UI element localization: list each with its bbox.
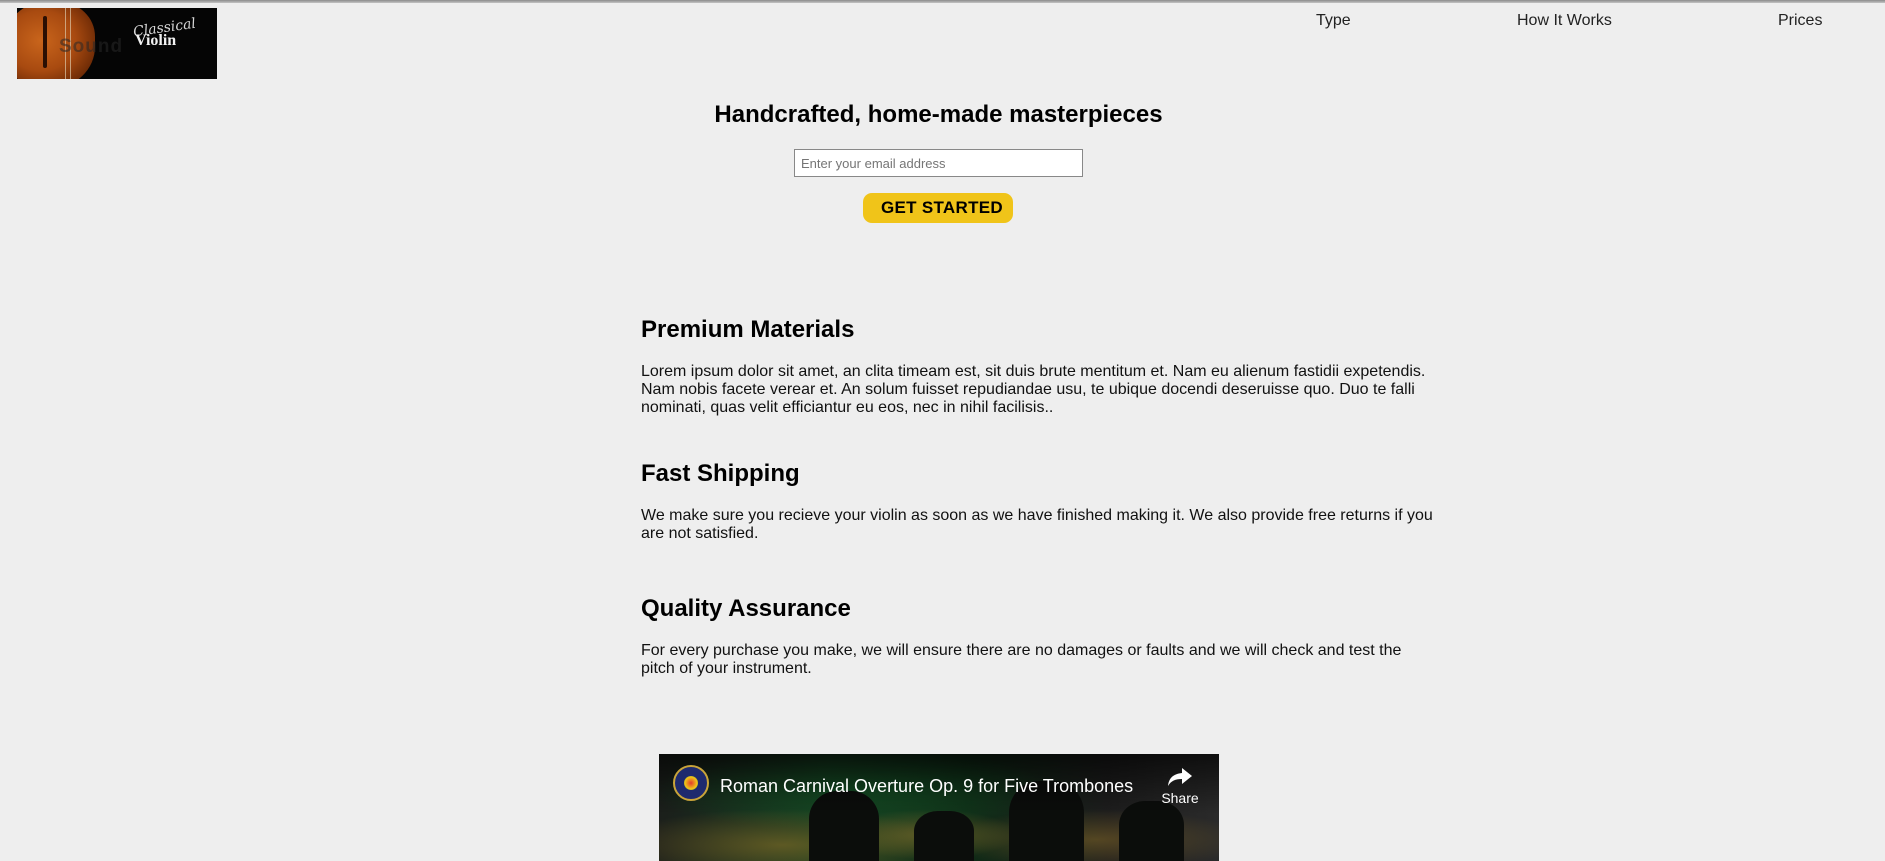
feature-title: Fast Shipping: [641, 460, 800, 487]
nav-link-type[interactable]: Type: [1316, 12, 1351, 30]
feature-premium-materials: Premium Materials Lorem ipsum dolor sit …: [641, 316, 1441, 416]
site-logo[interactable]: Sound Classical Violin: [17, 8, 217, 79]
feature-title: Quality Assurance: [641, 595, 851, 622]
nav-link-how-it-works[interactable]: How It Works: [1517, 12, 1612, 30]
page: Sound Classical Violin Type How It Works…: [0, 0, 1885, 861]
feature-quality-assurance: Quality Assurance For every purchase you…: [641, 595, 1441, 677]
feature-fast-shipping: Fast Shipping We make sure you recieve y…: [641, 460, 1441, 542]
video-title[interactable]: Roman Carnival Overture Op. 9 for Five T…: [720, 776, 1133, 797]
share-label: Share: [1161, 790, 1199, 806]
email-input[interactable]: [794, 149, 1083, 177]
top-edge-shadow: [0, 0, 1885, 3]
feature-text: Lorem ipsum dolor sit amet, an clita tim…: [641, 363, 1426, 416]
logo-word-text: Violin: [135, 32, 177, 49]
share-button[interactable]: Share: [1158, 766, 1202, 806]
nav-link-prices[interactable]: Prices: [1778, 12, 1822, 30]
feature-text: For every purchase you make, we will ens…: [641, 642, 1402, 677]
embedded-video-player[interactable]: Roman Carnival Overture Op. 9 for Five T…: [659, 754, 1219, 861]
feature-title: Premium Materials: [641, 316, 855, 343]
feature-text: We make sure you recieve your violin as …: [641, 507, 1433, 542]
violin-f-hole: [43, 16, 47, 68]
hero-title: Handcrafted, home-made masterpieces: [714, 101, 1163, 128]
performer-silhouette: [914, 811, 974, 861]
get-started-button[interactable]: GET STARTED: [863, 193, 1013, 223]
share-arrow-icon: [1168, 768, 1192, 786]
logo-faded-text: Sound: [59, 36, 124, 57]
channel-avatar[interactable]: [673, 765, 709, 801]
